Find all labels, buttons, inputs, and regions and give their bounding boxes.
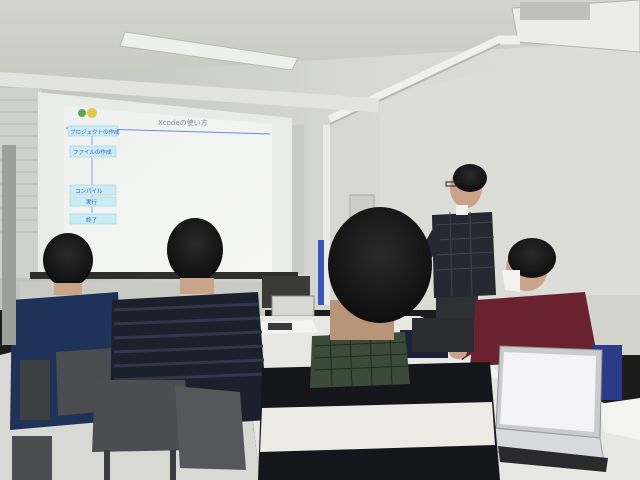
laptop (491, 345, 608, 472)
chair-back-dark (412, 318, 474, 352)
projector (271, 295, 315, 317)
slide-step-label: ファイルの作成 (73, 148, 112, 156)
classroom-scene: Xcodeの使い方 プロジェクトの作成 ファイルの作成 コンパイル 実行 終了 (0, 0, 640, 480)
slide-step-label: 実行 (86, 198, 98, 206)
slide-step-label: 終了 (86, 216, 97, 224)
wall-pipe (323, 125, 330, 305)
blue-pole (318, 240, 324, 305)
ac-vent (520, 2, 590, 20)
slide-title: Xcodeの使い方 (158, 118, 208, 127)
phone (268, 323, 292, 330)
easel (2, 145, 16, 345)
window-blind-right (290, 125, 304, 275)
slide-step-label: プロジェクトの作成 (70, 128, 120, 136)
slide-step-label: コンパイル (75, 188, 103, 195)
